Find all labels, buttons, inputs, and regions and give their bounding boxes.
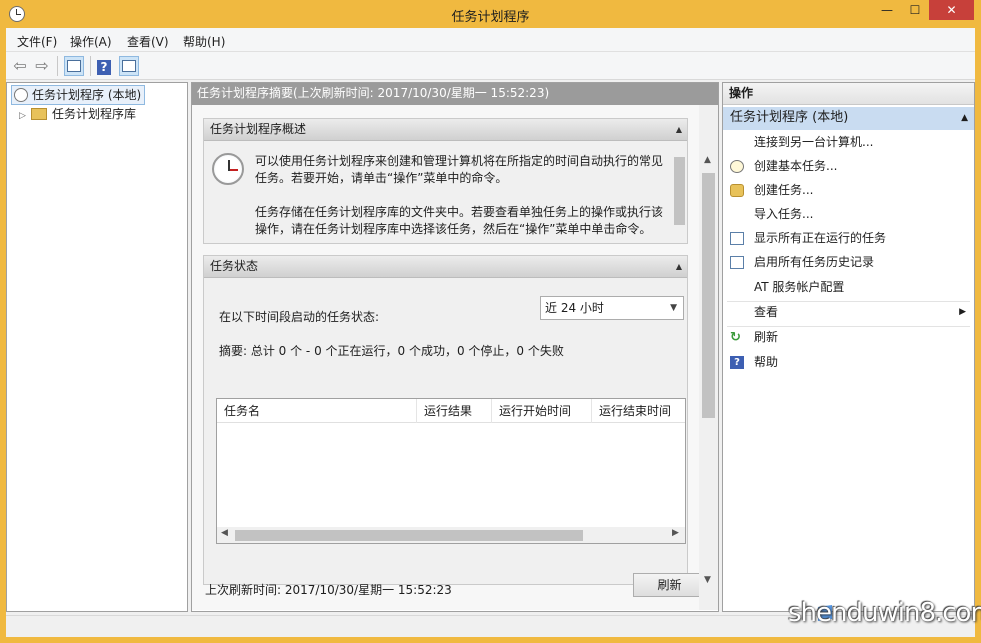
overview-description: 可以使用任务计划程序来创建和管理计算机将在所指定的时间自动执行的常见任务。若要开… — [255, 153, 665, 238]
action-label: AT 服务帐户配置 — [754, 280, 845, 294]
scroll-left-icon[interactable]: ◀ — [221, 528, 228, 538]
overview-section-header[interactable]: 任务计划程序概述 ▲ — [204, 119, 687, 141]
help-icon: ? — [730, 356, 744, 369]
forward-arrow-icon[interactable]: ⇨ — [32, 56, 52, 76]
chevron-down-icon: ▼ — [670, 303, 677, 313]
menu-action[interactable]: 操作(A) — [70, 33, 112, 50]
actions-subheader-label: 任务计划程序 (本地) — [730, 110, 849, 125]
action-import-task[interactable]: 导入任务... — [723, 203, 974, 227]
window-frame: 文件(F) 操作(A) 查看(V) 帮助(H) ⇦ ⇨ ? 任务计划程序 (本地… — [6, 28, 975, 637]
status-summary: 摘要: 总计 0 个 - 0 个正在运行，0 个成功，0 个停止，0 个失败 — [219, 344, 564, 358]
scroll-right-icon[interactable]: ▶ — [672, 528, 679, 538]
overview-section-title: 任务计划程序概述 — [210, 122, 307, 136]
action-at-service-config[interactable]: AT 服务帐户配置 — [723, 276, 974, 300]
overview-paragraph-1: 可以使用任务计划程序来创建和管理计算机将在所指定的时间自动执行的常见任务。若要开… — [255, 154, 664, 185]
task-scheduler-clock-icon — [212, 153, 244, 185]
menu-file[interactable]: 文件(F) — [17, 33, 57, 50]
clock-icon — [730, 160, 744, 173]
action-display-running-tasks[interactable]: 显示所有正在运行的任务 — [723, 227, 974, 251]
summary-pane: 任务计划程序摘要(上次刷新时间: 2017/10/30/星期一 15:52:23… — [191, 82, 719, 612]
collapse-arrow-icon[interactable]: ▲ — [961, 107, 968, 129]
action-create-task[interactable]: 创建任务... — [723, 179, 974, 203]
action-label: 刷新 — [754, 330, 779, 344]
action-label: 创建基本任务... — [754, 159, 838, 173]
column-header-run-result[interactable]: 运行结果 — [417, 399, 492, 423]
summary-header: 任务计划程序摘要(上次刷新时间: 2017/10/30/星期一 15:52:23… — [192, 83, 718, 105]
clock-icon — [14, 87, 28, 102]
overview-section: 任务计划程序概述 ▲ 可以使用任务计划程序来创建和管理计算机将在所指定的时间自动… — [203, 118, 688, 244]
minimize-button[interactable]: — — [872, 0, 902, 20]
column-header-run-start[interactable]: 运行开始时间 — [492, 399, 592, 423]
summary-content: 任务计划程序概述 ▲ 可以使用任务计划程序来创建和管理计算机将在所指定的时间自动… — [192, 105, 718, 610]
scrollbar-thumb[interactable] — [235, 530, 583, 541]
action-label: 启用所有任务历史记录 — [754, 255, 875, 269]
watermark: shenduwin8.com — [788, 598, 981, 628]
task-status-section: 任务状态 ▲ 在以下时间段启动的任务状态: 近 24 小时 ▼ 摘要: 总计 0… — [203, 255, 688, 585]
column-header-task-name[interactable]: 任务名 — [217, 399, 417, 423]
actions-pane: 操作 任务计划程序 (本地) ▲ 连接到另一台计算机... 创建基本任务... … — [722, 82, 975, 612]
action-label: 连接到另一台计算机... — [754, 135, 874, 149]
expand-chevron-icon[interactable]: ▷ — [19, 107, 29, 125]
collapse-arrow-icon[interactable]: ▲ — [676, 256, 682, 277]
refresh-button[interactable]: 刷新 — [633, 573, 706, 597]
close-button[interactable]: ✕ — [929, 0, 974, 20]
action-label: 创建任务... — [754, 183, 814, 197]
action-view[interactable]: 查看 ▶ — [723, 301, 974, 325]
list-icon — [730, 232, 744, 245]
summary-vertical-scrollbar[interactable]: ▲ ▼ — [699, 105, 718, 610]
period-select-value: 近 24 小时 — [545, 301, 604, 315]
console-tree: 任务计划程序 (本地) ▷ 任务计划程序库 — [6, 82, 188, 612]
action-label: 帮助 — [754, 355, 779, 369]
action-enable-history[interactable]: 启用所有任务历史记录 — [723, 251, 974, 275]
overview-scrollbar[interactable] — [672, 141, 687, 243]
task-status-section-title: 任务状态 — [210, 259, 259, 273]
tree-item-root[interactable]: 任务计划程序 (本地) — [11, 85, 146, 105]
show-hide-console-tree-icon[interactable] — [64, 56, 84, 76]
scroll-down-icon[interactable]: ▼ — [704, 575, 711, 585]
scroll-up-icon[interactable]: ▲ — [704, 155, 711, 165]
refresh-icon: ↻ — [730, 330, 741, 345]
menu-view[interactable]: 查看(V) — [127, 33, 169, 50]
task-status-section-header[interactable]: 任务状态 ▲ — [204, 256, 687, 278]
grid-horizontal-scrollbar[interactable]: ◀ ▶ — [217, 527, 685, 543]
action-refresh[interactable]: ↻ 刷新 — [723, 326, 974, 350]
action-connect-computer[interactable]: 连接到另一台计算机... — [723, 131, 974, 155]
column-header-run-end[interactable]: 运行结束时间 — [592, 399, 685, 423]
folder-clock-icon — [31, 107, 47, 120]
back-arrow-icon[interactable]: ⇦ — [10, 56, 30, 76]
history-icon — [730, 256, 744, 269]
action-label: 查看 — [754, 305, 779, 319]
tree-item-library-label: 任务计划程序库 — [52, 107, 137, 121]
task-status-grid: 任务名 运行结果 运行开始时间 运行结束时间 ◀ ▶ — [216, 398, 686, 544]
tree-item-library[interactable]: ▷ 任务计划程序库 — [19, 105, 136, 125]
action-label: 显示所有正在运行的任务 — [754, 231, 887, 245]
last-refresh-label: 上次刷新时间: 2017/10/30/星期一 15:52:23 — [205, 583, 452, 597]
task-icon — [730, 184, 744, 197]
scrollbar-thumb[interactable] — [702, 173, 715, 418]
overview-paragraph-2: 任务存储在任务计划程序库的文件夹中。若要查看单独任务上的操作或执行该操作，请在任… — [255, 205, 664, 236]
show-hide-action-pane-icon[interactable] — [119, 56, 139, 76]
menu-bar: 文件(F) 操作(A) 查看(V) 帮助(H) — [6, 28, 975, 52]
tree-item-root-label: 任务计划程序 (本地) — [32, 88, 142, 102]
menu-help[interactable]: 帮助(H) — [183, 33, 225, 50]
submenu-arrow-icon: ▶ — [959, 307, 966, 317]
action-label: 导入任务... — [754, 207, 814, 221]
action-help[interactable]: ? 帮助 — [723, 351, 974, 375]
period-select[interactable]: 近 24 小时 ▼ — [540, 296, 684, 320]
collapse-arrow-icon[interactable]: ▲ — [676, 119, 682, 140]
help-icon[interactable]: ? — [94, 56, 114, 76]
toolbar: ⇦ ⇨ ? — [6, 52, 975, 80]
title-bar: 任务计划程序 — ☐ ✕ — [0, 0, 981, 28]
toolbar-separator — [57, 56, 58, 76]
maximize-button[interactable]: ☐ — [900, 0, 930, 20]
action-create-basic-task[interactable]: 创建基本任务... — [723, 155, 974, 179]
window-title: 任务计划程序 — [451, 10, 530, 25]
actions-header: 操作 — [723, 83, 974, 105]
period-label: 在以下时间段启动的任务状态: — [219, 310, 380, 324]
toolbar-separator — [90, 56, 91, 76]
actions-subheader[interactable]: 任务计划程序 (本地) ▲ — [723, 107, 974, 130]
grid-header: 任务名 运行结果 运行开始时间 运行结束时间 — [217, 399, 685, 423]
